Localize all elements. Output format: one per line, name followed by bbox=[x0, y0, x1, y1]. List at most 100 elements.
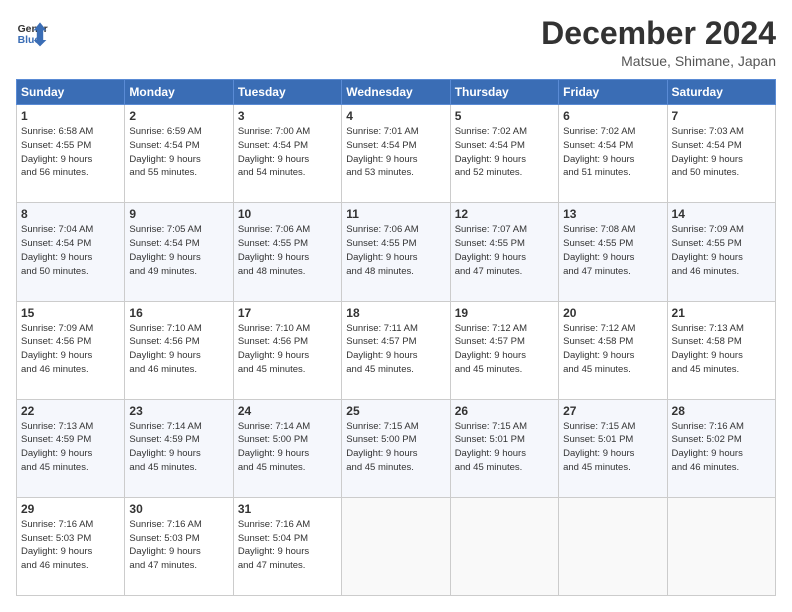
calendar-cell: 1 Sunrise: 6:58 AMSunset: 4:55 PMDaylight… bbox=[17, 105, 125, 203]
cell-sun-info: Sunrise: 7:13 AMSunset: 4:58 PMDaylight:… bbox=[672, 322, 771, 377]
calendar-week-row: 15Sunrise: 7:09 AMSunset: 4:56 PMDayligh… bbox=[17, 301, 776, 399]
calendar-cell: 19Sunrise: 7:12 AMSunset: 4:57 PMDayligh… bbox=[450, 301, 558, 399]
cell-sun-info: Sunrise: 7:08 AMSunset: 4:55 PMDaylight:… bbox=[563, 223, 662, 278]
calendar-cell: 26 Sunrise: 7:15 AMSunset: 5:01 PMDayligh… bbox=[450, 399, 558, 497]
day-number: 4 bbox=[346, 109, 445, 123]
day-number: 28 bbox=[672, 404, 771, 418]
cell-sun-info: Sunrise: 7:11 AMSunset: 4:57 PMDaylight:… bbox=[346, 322, 445, 377]
cell-sun-info: Sunrise: 7:15 AMSunset: 5:00 PMDaylight:… bbox=[346, 420, 445, 475]
calendar-cell bbox=[342, 497, 450, 595]
header: General Blue December 2024 Matsue, Shima… bbox=[16, 16, 776, 69]
day-number: 10 bbox=[238, 207, 337, 221]
cell-sun-info: Sunrise: 7:02 AMSunset: 4:54 PMDaylight:… bbox=[563, 125, 662, 180]
cell-sun-info: Sunrise: 7:03 AMSunset: 4:54 PMDaylight:… bbox=[672, 125, 771, 180]
cell-sun-info: Sunrise: 6:59 AMSunset: 4:54 PMDaylight:… bbox=[129, 125, 228, 180]
day-number: 31 bbox=[238, 502, 337, 516]
weekday-header: Tuesday bbox=[233, 80, 341, 105]
day-number: 8 bbox=[21, 207, 120, 221]
cell-sun-info: Sunrise: 7:09 AMSunset: 4:56 PMDaylight:… bbox=[21, 322, 120, 377]
day-number: 14 bbox=[672, 207, 771, 221]
cell-sun-info: Sunrise: 7:06 AMSunset: 4:55 PMDaylight:… bbox=[346, 223, 445, 278]
calendar-cell: 13Sunrise: 7:08 AMSunset: 4:55 PMDayligh… bbox=[559, 203, 667, 301]
day-number: 29 bbox=[21, 502, 120, 516]
day-number: 20 bbox=[563, 306, 662, 320]
cell-sun-info: Sunrise: 7:10 AMSunset: 4:56 PMDaylight:… bbox=[238, 322, 337, 377]
calendar-cell: 4Sunrise: 7:01 AMSunset: 4:54 PMDaylight… bbox=[342, 105, 450, 203]
calendar-week-row: 1 Sunrise: 6:58 AMSunset: 4:55 PMDaylight… bbox=[17, 105, 776, 203]
calendar-cell: 27 Sunrise: 7:15 AMSunset: 5:01 PMDayligh… bbox=[559, 399, 667, 497]
calendar-cell: 5Sunrise: 7:02 AMSunset: 4:54 PMDaylight… bbox=[450, 105, 558, 203]
weekday-header: Sunday bbox=[17, 80, 125, 105]
calendar-cell: 23Sunrise: 7:14 AMSunset: 4:59 PMDayligh… bbox=[125, 399, 233, 497]
calendar-cell: 11 Sunrise: 7:06 AMSunset: 4:55 PMDayligh… bbox=[342, 203, 450, 301]
calendar-cell: 15Sunrise: 7:09 AMSunset: 4:56 PMDayligh… bbox=[17, 301, 125, 399]
day-number: 12 bbox=[455, 207, 554, 221]
cell-sun-info: Sunrise: 7:16 AMSunset: 5:04 PMDaylight:… bbox=[238, 518, 337, 573]
cell-sun-info: Sunrise: 7:14 AMSunset: 5:00 PMDaylight:… bbox=[238, 420, 337, 475]
day-number: 18 bbox=[346, 306, 445, 320]
logo: General Blue bbox=[16, 16, 48, 48]
day-number: 6 bbox=[563, 109, 662, 123]
calendar-cell: 3 Sunrise: 7:00 AMSunset: 4:54 PMDaylight… bbox=[233, 105, 341, 203]
title-block: December 2024 Matsue, Shimane, Japan bbox=[541, 16, 776, 69]
calendar-cell: 6 Sunrise: 7:02 AMSunset: 4:54 PMDaylight… bbox=[559, 105, 667, 203]
day-number: 2 bbox=[129, 109, 228, 123]
page: General Blue December 2024 Matsue, Shima… bbox=[0, 0, 792, 612]
calendar-table: SundayMondayTuesdayWednesdayThursdayFrid… bbox=[16, 79, 776, 596]
day-number: 24 bbox=[238, 404, 337, 418]
cell-sun-info: Sunrise: 7:16 AMSunset: 5:03 PMDaylight:… bbox=[129, 518, 228, 573]
day-number: 19 bbox=[455, 306, 554, 320]
cell-sun-info: Sunrise: 7:13 AMSunset: 4:59 PMDaylight:… bbox=[21, 420, 120, 475]
calendar-cell: 30 Sunrise: 7:16 AMSunset: 5:03 PMDayligh… bbox=[125, 497, 233, 595]
calendar-cell: 7 Sunrise: 7:03 AMSunset: 4:54 PMDaylight… bbox=[667, 105, 775, 203]
cell-sun-info: Sunrise: 7:15 AMSunset: 5:01 PMDaylight:… bbox=[563, 420, 662, 475]
cell-sun-info: Sunrise: 7:05 AMSunset: 4:54 PMDaylight:… bbox=[129, 223, 228, 278]
weekday-header: Thursday bbox=[450, 80, 558, 105]
cell-sun-info: Sunrise: 7:15 AMSunset: 5:01 PMDaylight:… bbox=[455, 420, 554, 475]
day-number: 9 bbox=[129, 207, 228, 221]
calendar-cell: 29 Sunrise: 7:16 AMSunset: 5:03 PMDayligh… bbox=[17, 497, 125, 595]
day-number: 21 bbox=[672, 306, 771, 320]
calendar-cell: 25Sunrise: 7:15 AMSunset: 5:00 PMDayligh… bbox=[342, 399, 450, 497]
calendar-cell: 20 Sunrise: 7:12 AMSunset: 4:58 PMDayligh… bbox=[559, 301, 667, 399]
calendar-title: December 2024 bbox=[541, 16, 776, 51]
calendar-cell bbox=[559, 497, 667, 595]
calendar-cell: 17 Sunrise: 7:10 AMSunset: 4:56 PMDayligh… bbox=[233, 301, 341, 399]
calendar-week-row: 22 Sunrise: 7:13 AMSunset: 4:59 PMDayligh… bbox=[17, 399, 776, 497]
day-number: 26 bbox=[455, 404, 554, 418]
cell-sun-info: Sunrise: 7:09 AMSunset: 4:55 PMDaylight:… bbox=[672, 223, 771, 278]
day-number: 1 bbox=[21, 109, 120, 123]
calendar-cell: 14 Sunrise: 7:09 AMSunset: 4:55 PMDayligh… bbox=[667, 203, 775, 301]
day-number: 23 bbox=[129, 404, 228, 418]
day-number: 22 bbox=[21, 404, 120, 418]
calendar-cell: 9 Sunrise: 7:05 AMSunset: 4:54 PMDaylight… bbox=[125, 203, 233, 301]
calendar-subtitle: Matsue, Shimane, Japan bbox=[541, 53, 776, 69]
cell-sun-info: Sunrise: 7:07 AMSunset: 4:55 PMDaylight:… bbox=[455, 223, 554, 278]
cell-sun-info: Sunrise: 7:00 AMSunset: 4:54 PMDaylight:… bbox=[238, 125, 337, 180]
calendar-cell: 10 Sunrise: 7:06 AMSunset: 4:55 PMDayligh… bbox=[233, 203, 341, 301]
day-number: 17 bbox=[238, 306, 337, 320]
calendar-cell bbox=[667, 497, 775, 595]
day-number: 16 bbox=[129, 306, 228, 320]
day-number: 27 bbox=[563, 404, 662, 418]
day-number: 7 bbox=[672, 109, 771, 123]
day-number: 3 bbox=[238, 109, 337, 123]
calendar-cell: 22 Sunrise: 7:13 AMSunset: 4:59 PMDayligh… bbox=[17, 399, 125, 497]
calendar-cell: 8Sunrise: 7:04 AMSunset: 4:54 PMDaylight… bbox=[17, 203, 125, 301]
calendar-cell: 16 Sunrise: 7:10 AMSunset: 4:56 PMDayligh… bbox=[125, 301, 233, 399]
calendar-cell: 12 Sunrise: 7:07 AMSunset: 4:55 PMDayligh… bbox=[450, 203, 558, 301]
day-number: 11 bbox=[346, 207, 445, 221]
cell-sun-info: Sunrise: 7:16 AMSunset: 5:03 PMDaylight:… bbox=[21, 518, 120, 573]
calendar-header-row: SundayMondayTuesdayWednesdayThursdayFrid… bbox=[17, 80, 776, 105]
cell-sun-info: Sunrise: 7:12 AMSunset: 4:58 PMDaylight:… bbox=[563, 322, 662, 377]
cell-sun-info: Sunrise: 6:58 AMSunset: 4:55 PMDaylight:… bbox=[21, 125, 120, 180]
day-number: 5 bbox=[455, 109, 554, 123]
weekday-header: Saturday bbox=[667, 80, 775, 105]
calendar-cell: 24 Sunrise: 7:14 AMSunset: 5:00 PMDayligh… bbox=[233, 399, 341, 497]
calendar-week-row: 29 Sunrise: 7:16 AMSunset: 5:03 PMDayligh… bbox=[17, 497, 776, 595]
cell-sun-info: Sunrise: 7:10 AMSunset: 4:56 PMDaylight:… bbox=[129, 322, 228, 377]
cell-sun-info: Sunrise: 7:16 AMSunset: 5:02 PMDaylight:… bbox=[672, 420, 771, 475]
day-number: 30 bbox=[129, 502, 228, 516]
cell-sun-info: Sunrise: 7:06 AMSunset: 4:55 PMDaylight:… bbox=[238, 223, 337, 278]
weekday-header: Friday bbox=[559, 80, 667, 105]
